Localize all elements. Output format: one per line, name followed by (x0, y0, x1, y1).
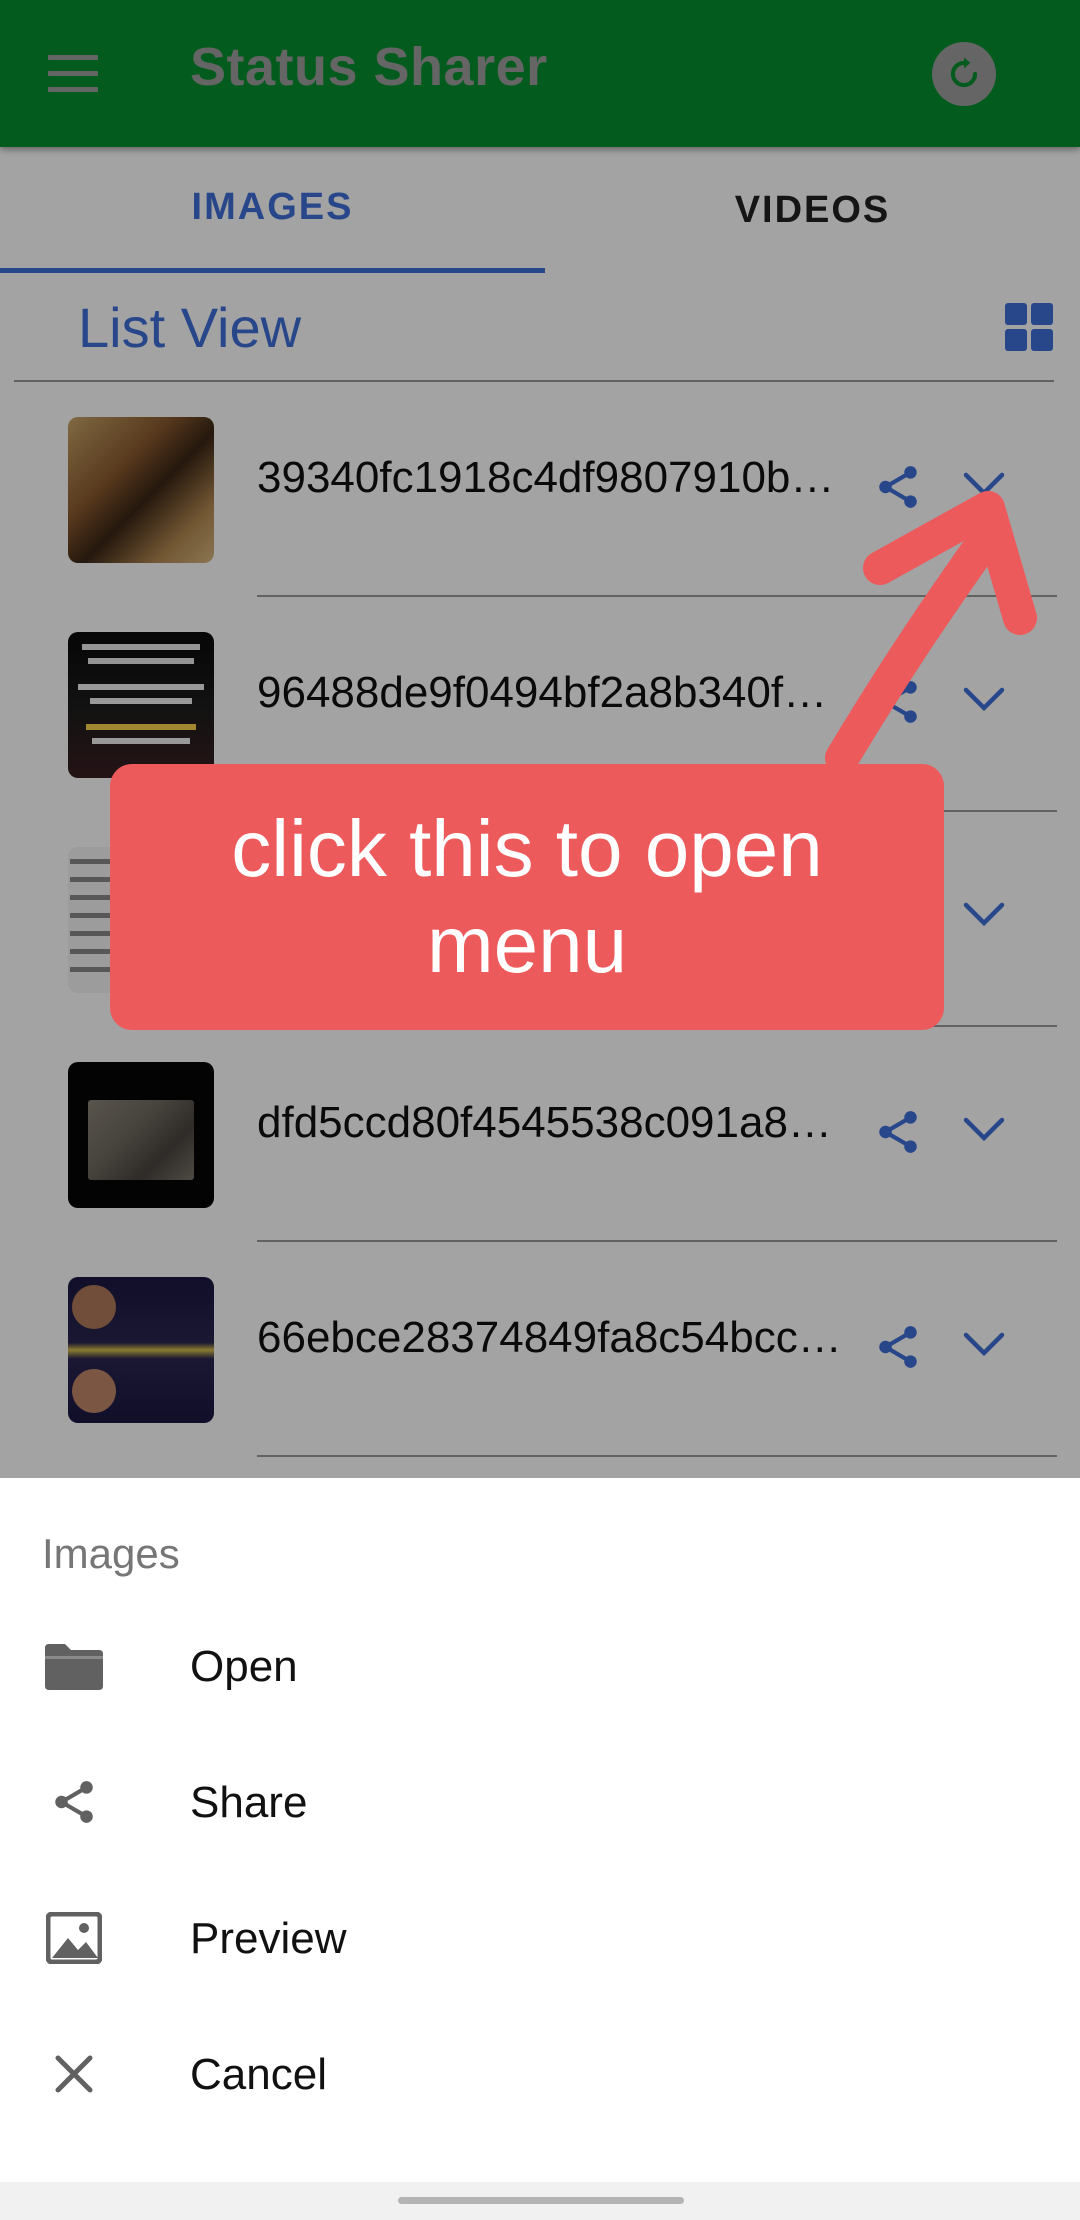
sheet-title: Images (42, 1530, 180, 1577)
menu-item-label: Share (190, 1778, 308, 1827)
menu-item-share[interactable]: Share (0, 1736, 1080, 1872)
image-icon (42, 1906, 106, 1970)
share-icon (42, 1770, 106, 1834)
menu-item-label: Preview (190, 1914, 347, 1963)
callout-line-2: menu (426, 900, 628, 989)
menu-item-label: Cancel (190, 2050, 327, 2099)
callout-line-1: click this to open (231, 804, 823, 893)
menu-item-cancel[interactable]: Cancel (0, 2008, 1080, 2144)
folder-icon (42, 1634, 106, 1698)
home-gesture-handle[interactable] (398, 2197, 684, 2204)
tutorial-arrow (825, 491, 1037, 775)
bottom-sheet-menu: Images Open Share Preview Cancel (0, 1478, 1080, 2182)
menu-item-label: Open (190, 1642, 298, 1691)
menu-item-open[interactable]: Open (0, 1600, 1080, 1736)
system-nav-bar (0, 2182, 1080, 2220)
menu-item-preview[interactable]: Preview (0, 1872, 1080, 2008)
tutorial-callout: click this to open menu (110, 764, 944, 1030)
close-icon (42, 2042, 106, 2106)
